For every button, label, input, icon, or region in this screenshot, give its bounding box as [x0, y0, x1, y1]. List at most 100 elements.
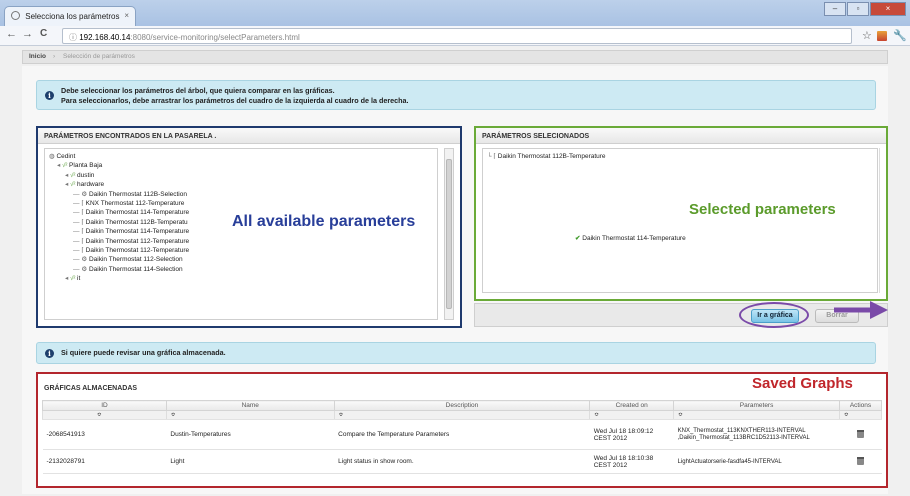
page-favicon-icon [11, 11, 20, 20]
column-header-description[interactable]: Description [333, 400, 591, 411]
filter-description-cell[interactable]: ≎ [333, 410, 591, 420]
saved-graphs-annotation: Saved Graphs [752, 375, 853, 392]
available-parameters-annotation: All available parameters [232, 213, 416, 230]
tree-node[interactable]: ◂ √² hardware [65, 180, 104, 188]
tree-node-label: it [77, 275, 81, 283]
tree-scrollbar[interactable] [444, 148, 454, 320]
selected-parameter-list[interactable]: └ ⌈ Daikin Thermostat 112B-Temperature S… [482, 148, 878, 293]
close-window-button[interactable]: × [870, 2, 906, 16]
tree-node-label: Planta Baja [69, 162, 103, 170]
browser-tab[interactable]: Selecciona los parámetros × [4, 6, 136, 26]
tree-node-label: Daikin Thermostat 114-Selection [88, 265, 183, 273]
filter-id-cell[interactable]: ≎ [42, 410, 167, 420]
selected-parameter-label: Daikin Thermostat 112B-Temperature [497, 153, 606, 160]
filter-parameters-cell[interactable]: ≎ [673, 410, 840, 420]
tree-node-label: Daikin Thermostat 112B-Selection [88, 190, 187, 198]
graph-id[interactable]: -2068541913 [42, 419, 167, 450]
gear-icon: ⚙ [81, 190, 89, 198]
breadcrumb-separator-icon: › [53, 53, 56, 60]
column-header-parameters[interactable]: Parameters [673, 400, 840, 411]
filter-actions-cell: ≎ [839, 410, 882, 420]
wrench-icon[interactable]: 🔧 [893, 29, 907, 42]
page-content: i Debe seleccionar los parámetros del ár… [22, 66, 888, 494]
graph-parameters: LightActuatorserie-fasdfa45-INTERVAL [673, 449, 840, 474]
gear-icon: ⚙ [81, 256, 89, 264]
folder-icon: √² [70, 182, 78, 189]
extension-icon[interactable] [877, 31, 887, 41]
dragged-parameter-label: Daikin Thermostat 114-Temperature [582, 235, 686, 242]
saved-graphs-hint: Si quiere puede revisar una gráfica alma… [61, 348, 226, 357]
available-parameters-panel: PARÁMETROS ENCONTRADOS EN LA PASARELA . … [36, 126, 462, 328]
address-bar[interactable]: ⓘ 192.168.40.14:8080/service-monitoring/… [62, 28, 852, 44]
actions-cell [839, 419, 882, 450]
tree-node-label: Daikin Thermostat 114-Temperature [85, 228, 190, 236]
filter-created-cell[interactable]: ≎ [589, 410, 675, 420]
table-filter-row: ≎ ≎ ≎ ≎ ≎ ≎ [42, 410, 882, 420]
gear-icon: ⚙ [81, 265, 89, 273]
column-header-created[interactable]: Created on [589, 400, 675, 411]
minimize-button[interactable]: – [824, 2, 846, 16]
graph-id[interactable]: -2132028791 [42, 449, 167, 474]
tree-node[interactable]: — ⌈ Daikin Thermostat 112-Temperature [73, 237, 189, 245]
breadcrumb: Inicio › Selección de parámetros [22, 50, 888, 64]
delete-trash-icon[interactable] [857, 456, 864, 465]
tree-node[interactable]: — ⌈ Daikin Thermostat 114-Temperature [73, 208, 189, 216]
forward-button[interactable]: → [22, 28, 33, 40]
tree-node-label: KNX Thermostat 112-Temperature [85, 200, 185, 207]
column-header-name[interactable]: Name [165, 400, 335, 411]
browser-titlebar: Selecciona los parámetros × – ▫ × [0, 0, 910, 26]
column-header-id[interactable]: ID [42, 400, 167, 411]
window-controls: – ▫ × [824, 2, 906, 16]
tree-node[interactable]: ◂ √² Planta Baja [57, 161, 102, 169]
parameter-tree[interactable]: ◍ Cedint ◂ √² Planta Baja ◂ √² dustin ◂ √² … [44, 148, 438, 320]
tab-title: Selecciona los parámetros [25, 12, 120, 21]
graph-name: Dustin-Temperatures [166, 419, 335, 450]
tree-node[interactable]: — ⌈ KNX Thermostat 112-Temperature [73, 199, 184, 207]
sort-icon: ≎ [170, 412, 176, 418]
graph-name: Light [166, 449, 335, 474]
folder-icon: √² [70, 172, 78, 179]
tree-node-label: hardware [77, 181, 105, 189]
drop-check-icon: ✔ [575, 235, 581, 242]
graph-created-on: Wed Jul 18 18:10:38 CEST 2012 [589, 449, 674, 474]
dragged-parameter-item[interactable]: ✔ Daikin Thermostat 114-Temperature [575, 234, 686, 242]
scrollbar-thumb[interactable] [446, 159, 452, 309]
delete-trash-icon[interactable] [857, 429, 864, 438]
instructions-line-2: Para seleccionarlos, debe arrastrar los … [61, 96, 409, 105]
tab-close-icon[interactable]: × [124, 11, 129, 20]
info-icon: i [45, 91, 54, 100]
tree-node[interactable]: — ⌈ Daikin Thermostat 114-Temperature [73, 227, 189, 235]
tree-node-label: Daikin Thermostat 114-Temperature [85, 209, 190, 217]
tree-node[interactable]: ◂ √² it [65, 274, 80, 282]
tree-node[interactable]: — ⚙ Daikin Thermostat 114-Selection [73, 265, 183, 273]
breadcrumb-home[interactable]: Inicio [29, 53, 46, 60]
tree-node[interactable]: ◂ √² dustin [65, 171, 94, 179]
selected-parameters-panel: PARÁMETROS SELECIONADOS └ ⌈ Daikin Therm… [474, 126, 888, 301]
table-row[interactable]: -2132028791 Light Light status in show r… [42, 449, 882, 474]
bookmark-star-icon[interactable]: ☆ [862, 29, 872, 42]
go-to-chart-button[interactable]: Ir a gráfica [751, 309, 799, 323]
tree-node[interactable]: ◍ Cedint [49, 152, 75, 160]
tree-node-label: Daikin Thermostat 112B-Temperatu [85, 218, 188, 226]
graph-created-on: Wed Jul 18 18:09:12 CEST 2012 [589, 419, 674, 450]
tree-node[interactable]: — ⚙ Daikin Thermostat 112-Selection [73, 255, 183, 263]
reload-button[interactable]: C [40, 28, 47, 39]
selected-parameter-item[interactable]: └ ⌈ Daikin Thermostat 112B-Temperature [487, 152, 606, 160]
list-scrollbar[interactable] [879, 148, 884, 293]
info-icon: i [45, 349, 54, 358]
sort-icon: ≎ [97, 412, 102, 418]
tree-node[interactable]: — ⌈ Daikin Thermostat 112B-Temperatu [73, 218, 188, 226]
filter-name-cell[interactable]: ≎ [165, 410, 335, 420]
tree-node-label: Daikin Thermostat 112-Selection [88, 256, 183, 264]
maximize-button[interactable]: ▫ [847, 2, 869, 16]
table-row[interactable]: -2068541913 Dustin-Temperatures Compare … [42, 419, 882, 450]
tree-node[interactable]: — ⌈ Daikin Thermostat 112-Temperature [73, 246, 189, 254]
actions-cell [839, 449, 882, 474]
folder-icon: √² [62, 163, 70, 170]
tree-node[interactable]: — ⚙ Daikin Thermostat 112B-Selection [73, 190, 187, 198]
back-button[interactable]: ← [6, 28, 17, 40]
selected-parameters-annotation: Selected parameters [689, 201, 836, 218]
parameter-leaf-icon: └ ⌈ [487, 153, 496, 160]
instructions-line-1: Debe seleccionar los parámetros del árbo… [61, 86, 335, 95]
graph-description: Compare the Temperature Parameters [334, 419, 590, 450]
